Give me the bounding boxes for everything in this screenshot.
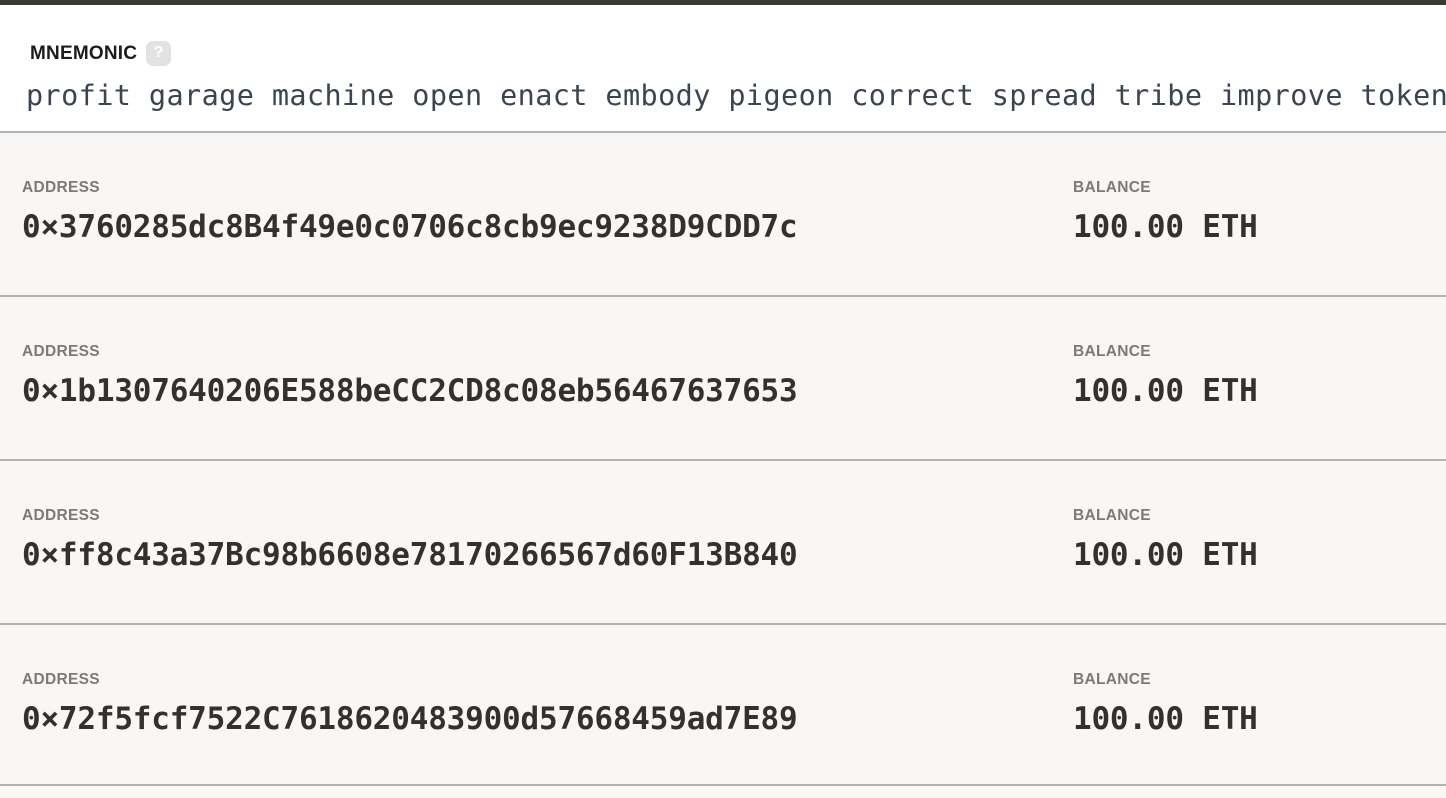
address-column-label: ADDRESS	[22, 343, 100, 360]
account-balance-cell: BALANCE 100.00 ETH	[1073, 508, 1258, 571]
account-address-cell: ADDRESS 0×1b1307640206E588beCC2CD8c08eb5…	[22, 343, 798, 407]
balance-column-label: BALANCE	[1073, 179, 1151, 196]
account-balance-cell: BALANCE 100.00 ETH	[1073, 344, 1258, 407]
account-balance-cell: BALANCE 100.00 ETH	[1073, 672, 1258, 735]
account-balance-value: 100.00 ETH	[1073, 700, 1258, 737]
mnemonic-label: MNEMONIC	[30, 43, 138, 64]
account-balance-cell: BALANCE 100.00 ETH	[1073, 180, 1258, 243]
mnemonic-header: MNEMONIC ?	[30, 41, 172, 66]
account-address-cell: ADDRESS 0×72f5fcf7522C7618620483900d5766…	[22, 671, 798, 735]
account-balance-value: 100.00 ETH	[1073, 208, 1258, 245]
account-address-value[interactable]: 0×1b1307640206E588beCC2CD8c08eb564676376…	[22, 375, 798, 407]
account-row[interactable]: ADDRESS 0×72f5fcf7522C7618620483900d5766…	[0, 625, 1446, 786]
question-mark-icon[interactable]: ?	[146, 41, 172, 66]
ganache-accounts-screen: MNEMONIC ? profit garage machine open en…	[0, 0, 1446, 798]
account-balance-value: 100.00 ETH	[1073, 536, 1258, 573]
address-column-label: ADDRESS	[22, 179, 100, 196]
balance-column-label: BALANCE	[1073, 671, 1151, 688]
mnemonic-phrase[interactable]: profit garage machine open enact embody …	[26, 79, 1446, 113]
account-address-value[interactable]: 0×72f5fcf7522C7618620483900d57668459ad7E…	[22, 703, 798, 735]
account-balance-value: 100.00 ETH	[1073, 372, 1258, 409]
address-column-label: ADDRESS	[22, 671, 100, 688]
account-row[interactable]: ADDRESS 0×3760285dc8B4f49e0c0706c8cb9ec9…	[0, 133, 1446, 297]
accounts-list: ADDRESS 0×3760285dc8B4f49e0c0706c8cb9ec9…	[0, 133, 1446, 798]
account-row[interactable]: ADDRESS 0×ff8c43a37Bc98b6608e78170266567…	[0, 461, 1446, 625]
balance-column-label: BALANCE	[1073, 343, 1151, 360]
balance-column-label: BALANCE	[1073, 507, 1151, 524]
account-address-value[interactable]: 0×3760285dc8B4f49e0c0706c8cb9ec9238D9CDD…	[22, 211, 798, 243]
account-address-cell: ADDRESS 0×3760285dc8B4f49e0c0706c8cb9ec9…	[22, 179, 798, 243]
account-address-value[interactable]: 0×ff8c43a37Bc98b6608e78170266567d60F13B8…	[22, 539, 798, 571]
account-address-cell: ADDRESS 0×ff8c43a37Bc98b6608e78170266567…	[22, 507, 798, 571]
address-column-label: ADDRESS	[22, 507, 100, 524]
account-row[interactable]: ADDRESS 0×1b1307640206E588beCC2CD8c08eb5…	[0, 297, 1446, 461]
mnemonic-panel: MNEMONIC ? profit garage machine open en…	[0, 5, 1446, 133]
